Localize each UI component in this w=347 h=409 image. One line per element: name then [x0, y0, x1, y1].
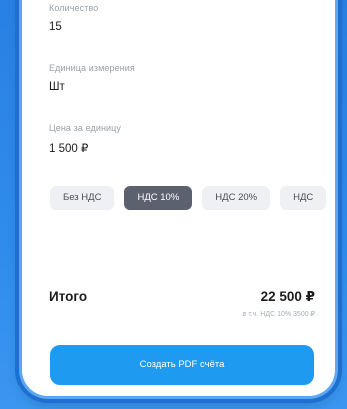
vat-option-20[interactable]: НДС 20% [202, 186, 271, 210]
quantity-value[interactable]: 15 [49, 21, 98, 33]
vat-note: в т.ч. НДС 10% 3500 ₽ [242, 311, 315, 318]
unit-value[interactable]: Шт [49, 81, 135, 93]
phone-frame: Количество 15 Единица измерения Шт Цена … [0, 0, 347, 409]
unit-field[interactable]: Единица измерения Шт [49, 63, 135, 93]
invoice-form-card: Количество 15 Единица измерения Шт Цена … [22, 0, 335, 396]
quantity-field[interactable]: Количество 15 [49, 3, 98, 33]
price-field[interactable]: Цена за единицу 1 500 ₽ [49, 123, 121, 155]
price-value[interactable]: 1 500 ₽ [49, 141, 121, 155]
unit-label: Единица измерения [49, 63, 135, 73]
vat-option-10[interactable]: НДС 10% [124, 186, 193, 210]
vat-option-more[interactable]: НДС [280, 186, 327, 210]
total-value: 22 500 ₽ [260, 289, 315, 304]
total-label: Итого [49, 289, 88, 304]
price-label: Цена за единицу [49, 123, 122, 133]
vat-selector: Без НДС НДС 10% НДС 20% НДС [50, 186, 335, 210]
quantity-label: Количество [49, 3, 99, 13]
vat-option-none[interactable]: Без НДС [50, 186, 115, 210]
create-pdf-button[interactable]: Создать PDF счёта [50, 345, 314, 385]
